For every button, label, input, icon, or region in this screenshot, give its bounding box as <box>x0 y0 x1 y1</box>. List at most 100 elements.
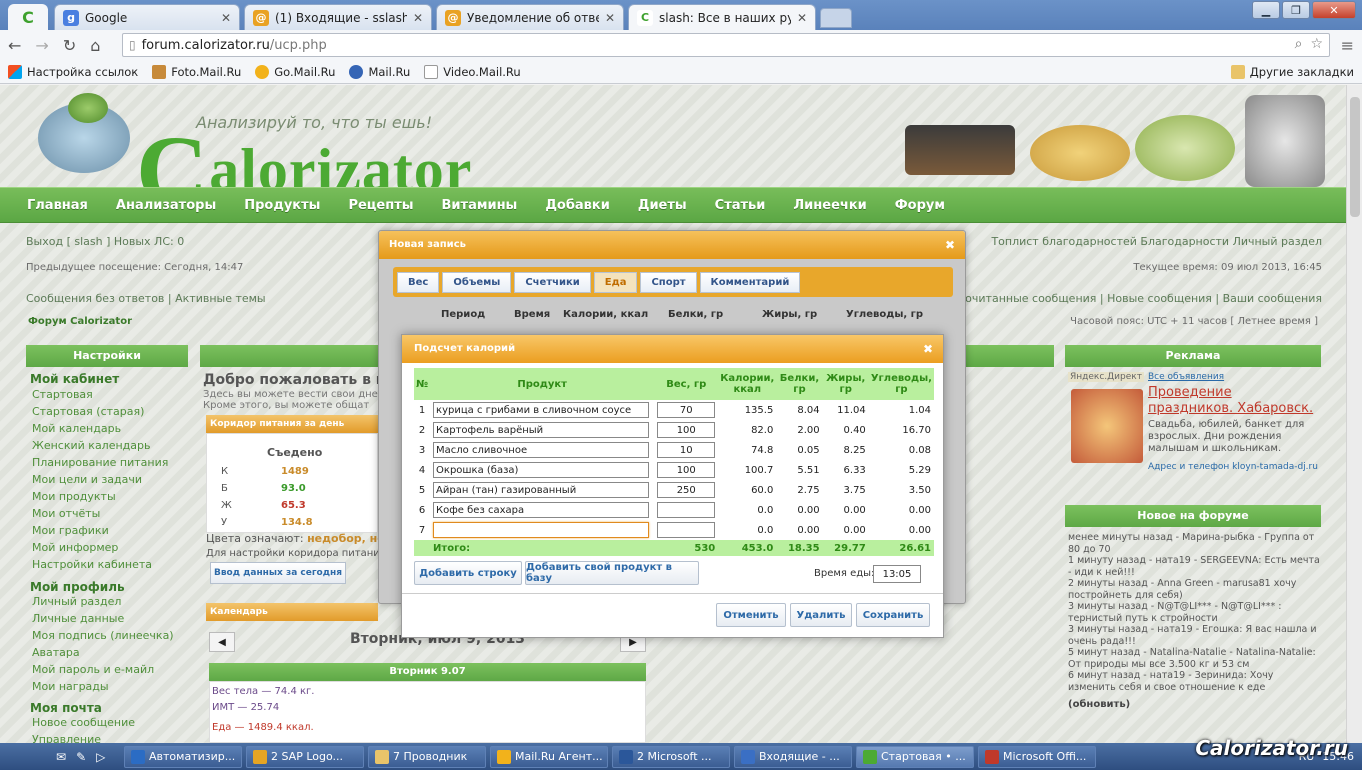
maximize-icon[interactable]: ❐ <box>1282 1 1310 19</box>
taskbar-item[interactable]: 2 Microsoft ... <box>612 745 730 768</box>
ad-image[interactable] <box>1071 389 1143 463</box>
settings-menu-icon[interactable]: ≡ <box>1341 36 1354 55</box>
sidebar-link[interactable]: Управление <box>32 733 101 743</box>
delete-button[interactable]: Удалить <box>790 603 852 627</box>
sidebar-link[interactable]: Настройки кабинета <box>32 558 152 571</box>
meal-time-input[interactable] <box>873 565 921 583</box>
sidebar-link[interactable]: Мои награды <box>32 680 109 693</box>
tab-calorizator[interactable]: C slash: Все в наших руках, п ✕ <box>628 4 816 30</box>
weight-input[interactable] <box>657 502 716 518</box>
tab-notification[interactable]: @ Уведомление об ответе - « ✕ <box>436 4 624 30</box>
nav-item-articles[interactable]: Статьи <box>715 198 766 213</box>
close-icon[interactable]: ✖ <box>945 231 955 259</box>
product-input[interactable] <box>433 502 650 518</box>
home-icon[interactable]: ⌂ <box>90 36 100 55</box>
sidebar-link[interactable]: Мои графики <box>32 524 109 537</box>
media-icon[interactable]: ▷ <box>96 750 105 764</box>
taskbar-item[interactable]: Mail.Ru Агент... <box>490 745 608 768</box>
close-tab-icon[interactable]: ✕ <box>605 11 615 25</box>
sidebar-link[interactable]: Стартовая <box>32 388 93 401</box>
address-bar[interactable]: ▯ forum.calorizator.ru/ucp.php ⌕ ☆ <box>122 33 1330 57</box>
add-row-button[interactable]: Добавить строку <box>414 561 522 585</box>
product-input[interactable] <box>433 522 650 538</box>
forum-news-list[interactable]: менее минуты назад - Марина-рыбка - Груп… <box>1068 532 1320 693</box>
bookmark-item[interactable]: Mail.Ru <box>349 64 410 79</box>
ad-title-link[interactable]: Проведение праздников. Хабаровск. <box>1148 385 1318 417</box>
tab-counters[interactable]: Счетчики <box>514 271 591 293</box>
forward-icon[interactable]: → <box>35 36 48 55</box>
app-menu-icon[interactable]: C <box>8 4 48 30</box>
refresh-link[interactable]: (обновить) <box>1068 699 1130 710</box>
nav-item-analyzers[interactable]: Анализаторы <box>116 198 216 213</box>
pencil-icon[interactable]: ✎ <box>76 750 86 764</box>
user-line-right[interactable]: Топлист благодарностей Благодарности Лич… <box>991 235 1322 248</box>
sidebar-link[interactable]: Личный раздел <box>32 595 121 608</box>
prev-day-button[interactable]: ◀ <box>209 632 235 652</box>
user-line-left[interactable]: Выход [ slash ] Новых ЛС: 0 <box>26 235 184 248</box>
all-ads-link[interactable]: Все объявления <box>1148 372 1224 382</box>
sidebar-link[interactable]: Мои отчёты <box>32 507 100 520</box>
tab-volumes[interactable]: Объемы <box>442 271 512 293</box>
tab-comment[interactable]: Комментарий <box>699 271 801 293</box>
nav-item-rulers[interactable]: Линеечки <box>793 198 866 213</box>
close-icon[interactable]: ✖ <box>923 335 933 363</box>
sidebar-link[interactable]: Мои цели и задачи <box>32 473 142 486</box>
bookmark-item[interactable]: Настройка ссылок <box>8 64 138 79</box>
sidebar-section-cabinet[interactable]: Мой кабинет <box>30 372 119 386</box>
taskbar-item[interactable]: Microsoft Offi... <box>978 745 1096 768</box>
weight-input[interactable] <box>657 482 716 498</box>
close-tab-icon[interactable]: ✕ <box>221 11 231 25</box>
sidebar-section-mail[interactable]: Моя почта <box>30 701 102 715</box>
bookmark-item[interactable]: Go.Mail.Ru <box>255 64 335 79</box>
sidebar-link[interactable]: Новое сообщение <box>32 716 135 729</box>
sidebar-link[interactable]: Мой информер <box>32 541 118 554</box>
product-input[interactable] <box>433 462 650 478</box>
minimize-icon[interactable]: ▁ <box>1252 1 1280 19</box>
taskbar-item[interactable]: Стартовая • ... <box>856 745 974 768</box>
links-left[interactable]: Сообщения без ответов | Активные темы <box>26 292 266 305</box>
sidebar-link[interactable]: Стартовая (старая) <box>32 405 144 418</box>
close-tab-icon[interactable]: ✕ <box>413 11 423 25</box>
ad-footer-link[interactable]: Адрес и телефон kloyn-tamada-dj.ru <box>1148 462 1328 472</box>
weight-input[interactable] <box>657 522 716 538</box>
taskbar-item[interactable]: Входящие - ... <box>734 745 852 768</box>
tab-weight[interactable]: Вес <box>397 271 440 293</box>
sidebar-link[interactable]: Мои продукты <box>32 490 116 503</box>
weight-input[interactable] <box>657 402 716 418</box>
forum-breadcrumb[interactable]: Форум Calorizator <box>28 316 132 327</box>
enter-today-button[interactable]: Ввод данных за сегодня <box>210 562 346 584</box>
tab-sport[interactable]: Спорт <box>640 271 697 293</box>
mail-icon[interactable]: ✉ <box>56 750 66 764</box>
taskbar-item[interactable]: 7 Проводник <box>368 745 486 768</box>
product-input[interactable] <box>433 422 650 438</box>
close-window-icon[interactable]: ✕ <box>1312 1 1356 19</box>
sidebar-link[interactable]: Женский календарь <box>32 439 150 452</box>
taskbar-item[interactable]: Автоматизир... <box>124 745 242 768</box>
nav-item-home[interactable]: Главная <box>27 198 88 213</box>
nav-item-products[interactable]: Продукты <box>244 198 320 213</box>
sidebar-link[interactable]: Личные данные <box>32 612 124 625</box>
nav-item-recipes[interactable]: Рецепты <box>348 198 413 213</box>
sidebar-link[interactable]: Мой пароль и e-майл <box>32 663 154 676</box>
save-button[interactable]: Сохранить <box>856 603 930 627</box>
weight-input[interactable] <box>657 442 716 458</box>
zoom-icon[interactable]: ⌕ <box>1295 36 1303 52</box>
bookmark-star-icon[interactable]: ☆ <box>1310 36 1323 52</box>
nav-item-diets[interactable]: Диеты <box>638 198 687 213</box>
tab-food[interactable]: Еда <box>593 271 638 293</box>
product-input[interactable] <box>433 442 650 458</box>
nav-item-supplements[interactable]: Добавки <box>545 198 610 213</box>
weight-input[interactable] <box>657 462 716 478</box>
sidebar-link[interactable]: Планирование питания <box>32 456 168 469</box>
bookmark-item[interactable]: Video.Mail.Ru <box>424 64 521 79</box>
sidebar-link[interactable]: Аватара <box>32 646 80 659</box>
tab-inbox[interactable]: @ (1) Входящие - sslash@list.r ✕ <box>244 4 432 30</box>
weight-input[interactable] <box>657 422 716 438</box>
sidebar-link[interactable]: Мой календарь <box>32 422 121 435</box>
scrollbar-thumb[interactable] <box>1350 97 1360 217</box>
links-right[interactable]: очитанные сообщения | Новые сообщения | … <box>965 292 1322 305</box>
product-input[interactable] <box>433 402 650 418</box>
nav-item-vitamins[interactable]: Витамины <box>442 198 518 213</box>
page-scrollbar[interactable] <box>1346 85 1362 743</box>
tab-google[interactable]: g Google ✕ <box>54 4 240 30</box>
